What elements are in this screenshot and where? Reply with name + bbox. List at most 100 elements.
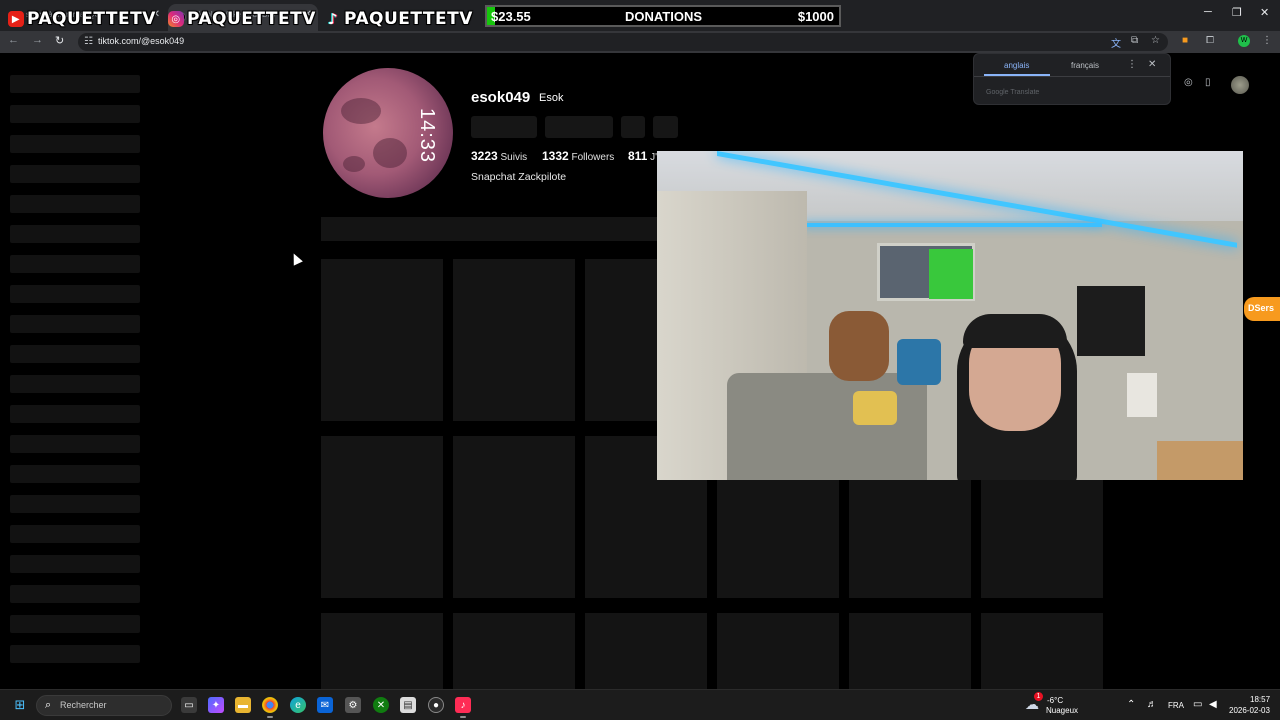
extensions-puzzle-icon[interactable]: ⧠ [1206, 35, 1214, 46]
video-tile-skeleton[interactable] [585, 613, 707, 689]
file-explorer-icon[interactable]: ▬ [235, 697, 251, 713]
profile-avatar[interactable]: 14:33 [323, 68, 453, 198]
windows-start-icon[interactable]: ⊞ [12, 697, 28, 713]
translate-options-icon[interactable]: ⋮ [1127, 59, 1137, 70]
following-stat[interactable]: 3223 Suivis [471, 149, 527, 163]
volume-icon[interactable]: ◀ [1209, 699, 1217, 710]
yellow-pillow [853, 391, 897, 425]
video-tile-skeleton[interactable] [981, 613, 1103, 689]
followers-label: Followers [571, 152, 615, 163]
clock-time[interactable]: 18:57 [1250, 695, 1270, 704]
sidebar-skeleton [10, 645, 140, 663]
video-tile-skeleton[interactable] [453, 436, 575, 598]
overlay-tiktok-handle: ♪ PAQUETTETV [325, 7, 473, 31]
video-tile-skeleton[interactable] [453, 613, 575, 689]
store-icon[interactable]: ▤ [400, 697, 416, 713]
donations-label: DONATIONS [625, 9, 703, 24]
brand-handle: PAQUETTETV [344, 9, 473, 29]
profile-username: esok049 [471, 89, 531, 106]
translate-icon[interactable]: 文 [1111, 35, 1121, 50]
follow-button-skeleton[interactable] [471, 116, 537, 138]
sidebar-skeleton [10, 585, 140, 603]
clock-date[interactable]: 2026-02-03 [1229, 706, 1270, 715]
phone-icon[interactable]: ▯ [1205, 77, 1211, 88]
user-avatar[interactable] [1231, 76, 1249, 94]
green-screen [929, 249, 973, 299]
maximize-icon[interactable]: ❐ [1232, 6, 1242, 19]
taskbar-search[interactable]: ⌕ Rechercher [36, 695, 172, 716]
mail-icon[interactable]: ✉ [317, 697, 333, 713]
sidebar-skeleton [10, 165, 140, 183]
target-language-tab[interactable]: français [1071, 61, 1099, 70]
back-icon[interactable]: ← [8, 34, 19, 46]
action-button-skeleton[interactable] [621, 116, 645, 138]
sidebar-skeleton [10, 405, 140, 423]
following-count: 3223 [471, 149, 498, 163]
settings-gear-icon[interactable]: ⚙ [345, 697, 361, 713]
video-tile-skeleton[interactable] [849, 613, 971, 689]
profile-tabs-skeleton [321, 217, 661, 241]
close-icon[interactable]: ✕ [1148, 59, 1156, 70]
browser-toolbar: ← → ↻ ☷ tiktok.com/@esok049 文 ⧉ ☆ ■ ⧠ W … [0, 31, 1280, 53]
tiktok-app-icon[interactable]: ♪ [455, 697, 471, 718]
donations-goal: $1000 [797, 9, 834, 24]
sidebar-skeleton [10, 555, 140, 573]
weather-alert-badge: 1 [1034, 692, 1043, 701]
avatar-crater [373, 138, 407, 168]
menu-kebab-icon[interactable]: ⋮ [1262, 35, 1272, 46]
sidebar-skeleton [10, 435, 140, 453]
profile-icon[interactable]: W [1238, 35, 1250, 47]
blue-chair [897, 339, 941, 385]
brand-handle: PAQUETTETV [187, 9, 316, 29]
tiktok-icon: ♪ [327, 10, 339, 28]
bookmark-star-icon[interactable]: ☆ [1151, 35, 1160, 46]
brand-handle: PAQUETTETV [27, 9, 156, 29]
google-translate-brand: Google Translate [986, 89, 1040, 96]
forward-icon[interactable]: → [32, 34, 43, 46]
avatar-crater [343, 156, 365, 172]
chevron-up-icon[interactable]: ⌃ [1127, 699, 1135, 710]
microphone-icon[interactable]: ♬ [1147, 699, 1157, 710]
address-bar[interactable]: ☷ tiktok.com/@esok049 文 ⧉ ☆ [78, 33, 1168, 51]
instagram-icon: ◎ [168, 11, 184, 27]
language-indicator[interactable]: FRA [1168, 701, 1184, 710]
video-tile-skeleton[interactable] [321, 613, 443, 689]
network-icon[interactable]: ▭ [1193, 699, 1202, 710]
monitor [1077, 286, 1145, 356]
obs-icon[interactable]: ● [428, 697, 444, 713]
likes-stat: 811 J' [628, 149, 657, 163]
likes-count: 811 [628, 149, 648, 163]
video-tile-skeleton[interactable] [321, 436, 443, 598]
url-text: tiktok.com/@esok049 [98, 36, 185, 46]
extension-icon[interactable]: ■ [1182, 35, 1188, 46]
minimize-icon[interactable]: ─ [1204, 6, 1212, 18]
video-tile-skeleton[interactable] [321, 259, 443, 421]
source-language-tab[interactable]: anglais [1004, 61, 1029, 70]
edge-icon[interactable]: e [290, 697, 306, 713]
person-hair [963, 314, 1067, 348]
video-tile-skeleton[interactable] [453, 259, 575, 421]
chrome-icon[interactable] [262, 697, 278, 718]
couch [727, 373, 927, 480]
sidebar-skeleton [10, 495, 140, 513]
followers-stat[interactable]: 1332 Followers [542, 149, 614, 163]
desk [1157, 441, 1243, 480]
action-button-skeleton[interactable] [653, 116, 678, 138]
donations-current: $23.55 [491, 9, 531, 24]
copilot-icon[interactable]: ✦ [208, 697, 224, 713]
close-window-icon[interactable]: ✕ [1260, 6, 1269, 19]
task-view-icon[interactable]: ▭ [181, 697, 197, 713]
dsers-extension-badge[interactable]: DSers [1244, 297, 1280, 321]
avatar-clock-text: 14:33 [416, 108, 438, 164]
following-label: Suivis [500, 152, 528, 163]
xbox-icon[interactable]: ✕ [373, 697, 389, 713]
site-info-icon[interactable]: ☷ [84, 36, 93, 47]
youtube-icon: ▶ [8, 11, 24, 27]
cast-icon[interactable]: ⧉ [1131, 35, 1138, 46]
sidebar-skeleton [10, 75, 140, 93]
sidebar-skeleton [10, 285, 140, 303]
reload-icon[interactable]: ↻ [55, 34, 64, 47]
video-tile-skeleton[interactable] [717, 613, 839, 689]
message-button-skeleton[interactable] [545, 116, 613, 138]
compass-icon[interactable]: ◎ [1184, 77, 1193, 88]
